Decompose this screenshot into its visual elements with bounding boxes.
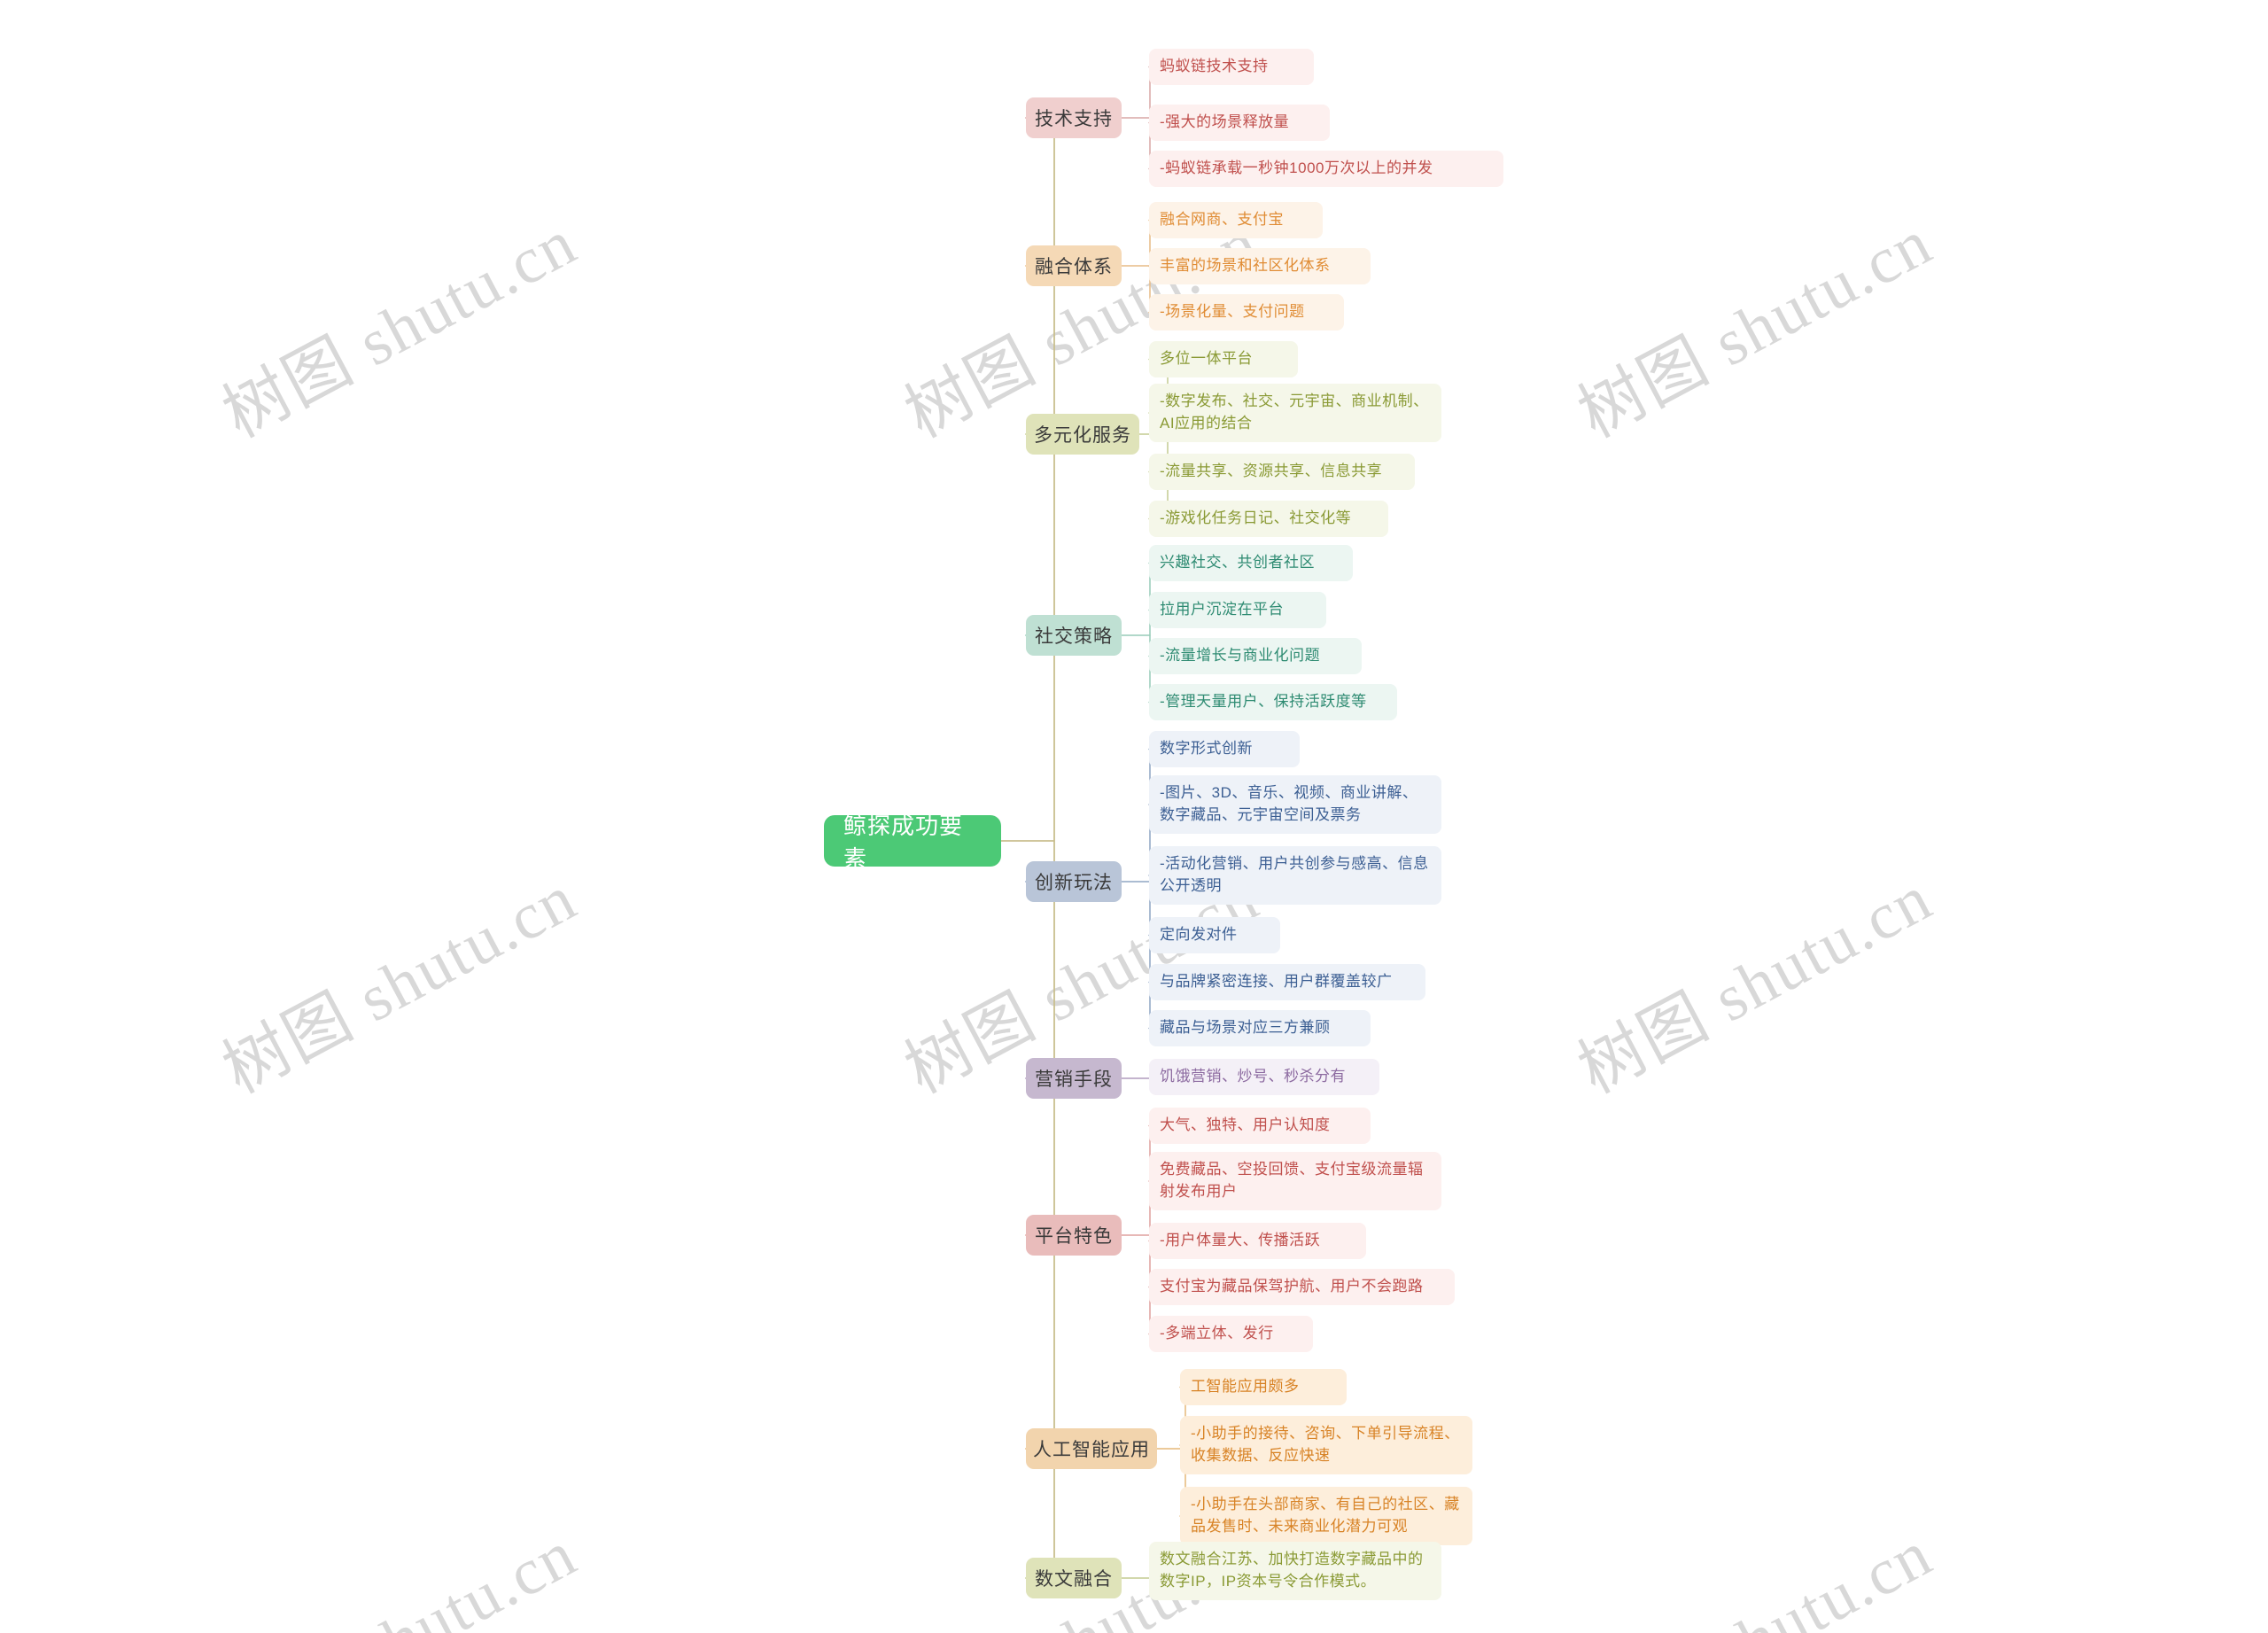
connector-lines bbox=[1000, 66, 1186, 1579]
leaf-node[interactable]: -多端立体、发行 bbox=[1149, 1316, 1313, 1352]
topic-node-fusion-system[interactable]: 融合体系 bbox=[1026, 245, 1122, 286]
leaf-node[interactable]: 工智能应用颇多 bbox=[1180, 1369, 1347, 1405]
leaf-node-label: 数文融合江苏、加快打造数字藏品中的数字IP，IP资本号令合作模式。 bbox=[1160, 1551, 1424, 1590]
topic-node-innovative-play[interactable]: 创新玩法 bbox=[1026, 861, 1122, 902]
leaf-node[interactable]: -活动化营销、用户共创参与感高、信息公开透明 bbox=[1149, 846, 1441, 905]
topic-node-label: 融合体系 bbox=[1035, 257, 1113, 277]
leaf-node[interactable]: -图片、3D、音乐、视频、商业讲解、数字藏品、元宇宙空间及票务 bbox=[1149, 775, 1441, 834]
leaf-node-label: -用户体量大、传播活跃 bbox=[1160, 1232, 1321, 1249]
leaf-node[interactable]: 大气、独特、用户认知度 bbox=[1149, 1108, 1371, 1144]
leaf-node-label: -流量增长与商业化问题 bbox=[1160, 647, 1321, 665]
root-node-label: 鲸探成功要素 bbox=[843, 813, 964, 872]
topic-node-diverse-service[interactable]: 多元化服务 bbox=[1026, 414, 1139, 455]
leaf-node-label: 拉用户沉淀在平台 bbox=[1160, 601, 1284, 618]
leaf-node[interactable]: -游戏化任务日记、社交化等 bbox=[1149, 501, 1388, 537]
leaf-node[interactable]: -管理天量用户、保持活跃度等 bbox=[1149, 684, 1397, 720]
leaf-node[interactable]: 丰富的场景和社区化体系 bbox=[1149, 248, 1371, 284]
leaf-node-label: 饥饿营销、炒号、秒杀分有 bbox=[1160, 1068, 1346, 1085]
leaf-node-label: 大气、独特、用户认知度 bbox=[1160, 1116, 1331, 1134]
leaf-node[interactable]: -蚂蚁链承载一秒钟1000万次以上的并发 bbox=[1149, 151, 1503, 187]
topic-node-social-strategy[interactable]: 社交策略 bbox=[1026, 615, 1122, 656]
topic-node-platform-feature[interactable]: 平台特色 bbox=[1026, 1215, 1122, 1256]
leaf-node-label: 与品牌紧密连接、用户群覆盖较广 bbox=[1160, 973, 1393, 991]
topic-node-label: 数文融合 bbox=[1035, 1569, 1113, 1590]
leaf-node-label: -小助手的接待、咨询、下单引导流程、收集数据、反应快速 bbox=[1191, 1425, 1460, 1464]
leaf-node-label: -小助手在头部商家、有自己的社区、藏品发售时、未来商业化潜力可观 bbox=[1191, 1496, 1460, 1535]
leaf-node-label: -活动化营销、用户共创参与感高、信息公开透明 bbox=[1160, 855, 1429, 894]
leaf-node[interactable]: -流量增长与商业化问题 bbox=[1149, 638, 1362, 674]
leaf-node-label: 融合网商、支付宝 bbox=[1160, 211, 1284, 229]
topic-node-label: 多元化服务 bbox=[1034, 425, 1131, 446]
leaf-node[interactable]: 定向发对件 bbox=[1149, 917, 1280, 953]
topic-node-label: 创新玩法 bbox=[1035, 873, 1113, 893]
leaf-node-label: -强大的场景释放量 bbox=[1160, 113, 1290, 131]
leaf-node[interactable]: 数字形式创新 bbox=[1149, 731, 1300, 767]
leaf-node[interactable]: 拉用户沉淀在平台 bbox=[1149, 592, 1326, 628]
leaf-node[interactable]: 饥饿营销、炒号、秒杀分有 bbox=[1149, 1059, 1379, 1095]
leaf-node[interactable]: 兴趣社交、共创者社区 bbox=[1149, 545, 1353, 581]
topic-node-ai-application[interactable]: 人工智能应用 bbox=[1026, 1428, 1157, 1469]
leaf-node-label: 定向发对件 bbox=[1160, 926, 1238, 944]
leaf-node-label: -蚂蚁链承载一秒钟1000万次以上的并发 bbox=[1160, 159, 1433, 177]
topic-node-label: 技术支持 bbox=[1035, 109, 1113, 129]
topic-node-label: 营销手段 bbox=[1035, 1069, 1113, 1090]
leaf-node-label: 兴趣社交、共创者社区 bbox=[1160, 554, 1315, 572]
leaf-node-label: 工智能应用颇多 bbox=[1191, 1378, 1300, 1396]
topic-node-tech-support[interactable]: 技术支持 bbox=[1026, 97, 1122, 138]
leaf-node[interactable]: 与品牌紧密连接、用户群覆盖较广 bbox=[1149, 964, 1425, 1000]
leaf-node[interactable]: -用户体量大、传播活跃 bbox=[1149, 1223, 1366, 1259]
leaf-node-label: 丰富的场景和社区化体系 bbox=[1160, 257, 1331, 275]
mindmap-canvas[interactable]: 鲸探成功要素 技术支持 蚂蚁链技术支持 -强大的场景释放量 -蚂蚁链承载一秒钟1000万… bbox=[0, 0, 2268, 1633]
leaf-node-label: -场景化量、支付问题 bbox=[1160, 303, 1305, 321]
leaf-node[interactable]: -场景化量、支付问题 bbox=[1149, 294, 1344, 330]
topic-node-label: 社交策略 bbox=[1035, 626, 1113, 647]
leaf-node[interactable]: 数文融合江苏、加快打造数字藏品中的数字IP，IP资本号令合作模式。 bbox=[1149, 1542, 1441, 1600]
leaf-node[interactable]: -数字发布、社交、元宇宙、商业机制、AI应用的结合 bbox=[1149, 384, 1441, 442]
leaf-node-label: -流量共享、资源共享、信息共享 bbox=[1160, 463, 1383, 480]
topic-node-marketing[interactable]: 营销手段 bbox=[1026, 1058, 1122, 1099]
leaf-node[interactable]: 多位一体平台 bbox=[1149, 341, 1298, 377]
leaf-node-label: -图片、3D、音乐、视频、商业讲解、数字藏品、元宇宙空间及票务 bbox=[1160, 784, 1418, 823]
leaf-node[interactable]: 融合网商、支付宝 bbox=[1149, 202, 1323, 238]
topic-node-digital-culture[interactable]: 数文融合 bbox=[1026, 1558, 1122, 1598]
leaf-node[interactable]: 蚂蚁链技术支持 bbox=[1149, 49, 1314, 85]
topic-node-label: 人工智能应用 bbox=[1033, 1440, 1150, 1460]
leaf-node-label: 蚂蚁链技术支持 bbox=[1160, 58, 1269, 75]
leaf-node[interactable]: 藏品与场景对应三方兼顾 bbox=[1149, 1010, 1371, 1046]
leaf-node-label: -数字发布、社交、元宇宙、商业机制、AI应用的结合 bbox=[1160, 393, 1429, 432]
leaf-node[interactable]: 免费藏品、空投回馈、支付宝级流量辐射发布用户 bbox=[1149, 1152, 1441, 1210]
leaf-node[interactable]: -小助手的接待、咨询、下单引导流程、收集数据、反应快速 bbox=[1180, 1416, 1472, 1474]
leaf-node[interactable]: -小助手在头部商家、有自己的社区、藏品发售时、未来商业化潜力可观 bbox=[1180, 1487, 1472, 1545]
leaf-node[interactable]: -流量共享、资源共享、信息共享 bbox=[1149, 454, 1415, 490]
root-node[interactable]: 鲸探成功要素 bbox=[824, 813, 1001, 872]
leaf-node-label: -多端立体、发行 bbox=[1160, 1325, 1274, 1342]
topic-node-label: 平台特色 bbox=[1035, 1226, 1113, 1247]
leaf-node[interactable]: 支付宝为藏品保驾护航、用户不会跑路 bbox=[1149, 1269, 1455, 1305]
leaf-node-label: 支付宝为藏品保驾护航、用户不会跑路 bbox=[1160, 1278, 1424, 1295]
leaf-node-label: 藏品与场景对应三方兼顾 bbox=[1160, 1019, 1331, 1037]
leaf-node-label: 多位一体平台 bbox=[1160, 350, 1253, 368]
leaf-node[interactable]: -强大的场景释放量 bbox=[1149, 105, 1330, 141]
leaf-node-label: 免费藏品、空投回馈、支付宝级流量辐射发布用户 bbox=[1160, 1161, 1424, 1200]
leaf-node-label: -管理天量用户、保持活跃度等 bbox=[1160, 693, 1367, 711]
leaf-node-label: 数字形式创新 bbox=[1160, 740, 1253, 758]
leaf-node-label: -游戏化任务日记、社交化等 bbox=[1160, 509, 1352, 527]
